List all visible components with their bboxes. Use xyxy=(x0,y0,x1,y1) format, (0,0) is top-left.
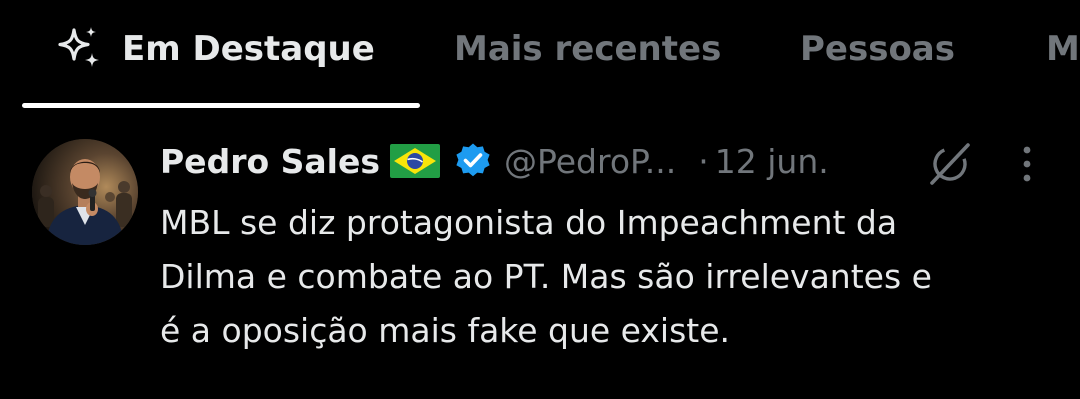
tab-label: M xyxy=(1046,29,1080,69)
avatar-image xyxy=(32,139,138,245)
post-date[interactable]: 12 jun. xyxy=(715,142,829,181)
tab-media[interactable]: M xyxy=(1046,24,1080,74)
brazil-flag-icon xyxy=(390,144,440,178)
author-handle[interactable]: @PedroP... xyxy=(504,142,676,181)
tab-label: Mais recentes xyxy=(454,29,722,69)
more-options-icon[interactable] xyxy=(1012,142,1042,186)
post-text: MBL se diz protagonista do Impeachment d… xyxy=(160,203,932,350)
active-tab-indicator xyxy=(22,103,420,108)
tab-featured[interactable]: Em Destaque xyxy=(54,24,375,74)
author-name[interactable]: Pedro Sales xyxy=(160,142,380,181)
tab-latest[interactable]: Mais recentes xyxy=(454,24,721,74)
tab-label: Pessoas xyxy=(800,29,955,69)
grok-icon[interactable] xyxy=(926,140,974,188)
post[interactable]: Pedro Sales @PedroP... · 12 jun. MBL se … xyxy=(0,112,1080,399)
avatar[interactable] xyxy=(32,139,138,245)
verified-badge-icon[interactable] xyxy=(454,142,492,180)
search-tabs: Em Destaque Mais recentes Pessoas M xyxy=(0,0,1080,112)
sparkle-icon xyxy=(58,27,99,67)
tab-label: Em Destaque xyxy=(122,29,375,69)
tab-people[interactable]: Pessoas xyxy=(800,24,955,74)
separator-dot: · xyxy=(698,141,709,181)
post-header: Pedro Sales @PedroP... · 12 jun. xyxy=(160,136,1040,186)
